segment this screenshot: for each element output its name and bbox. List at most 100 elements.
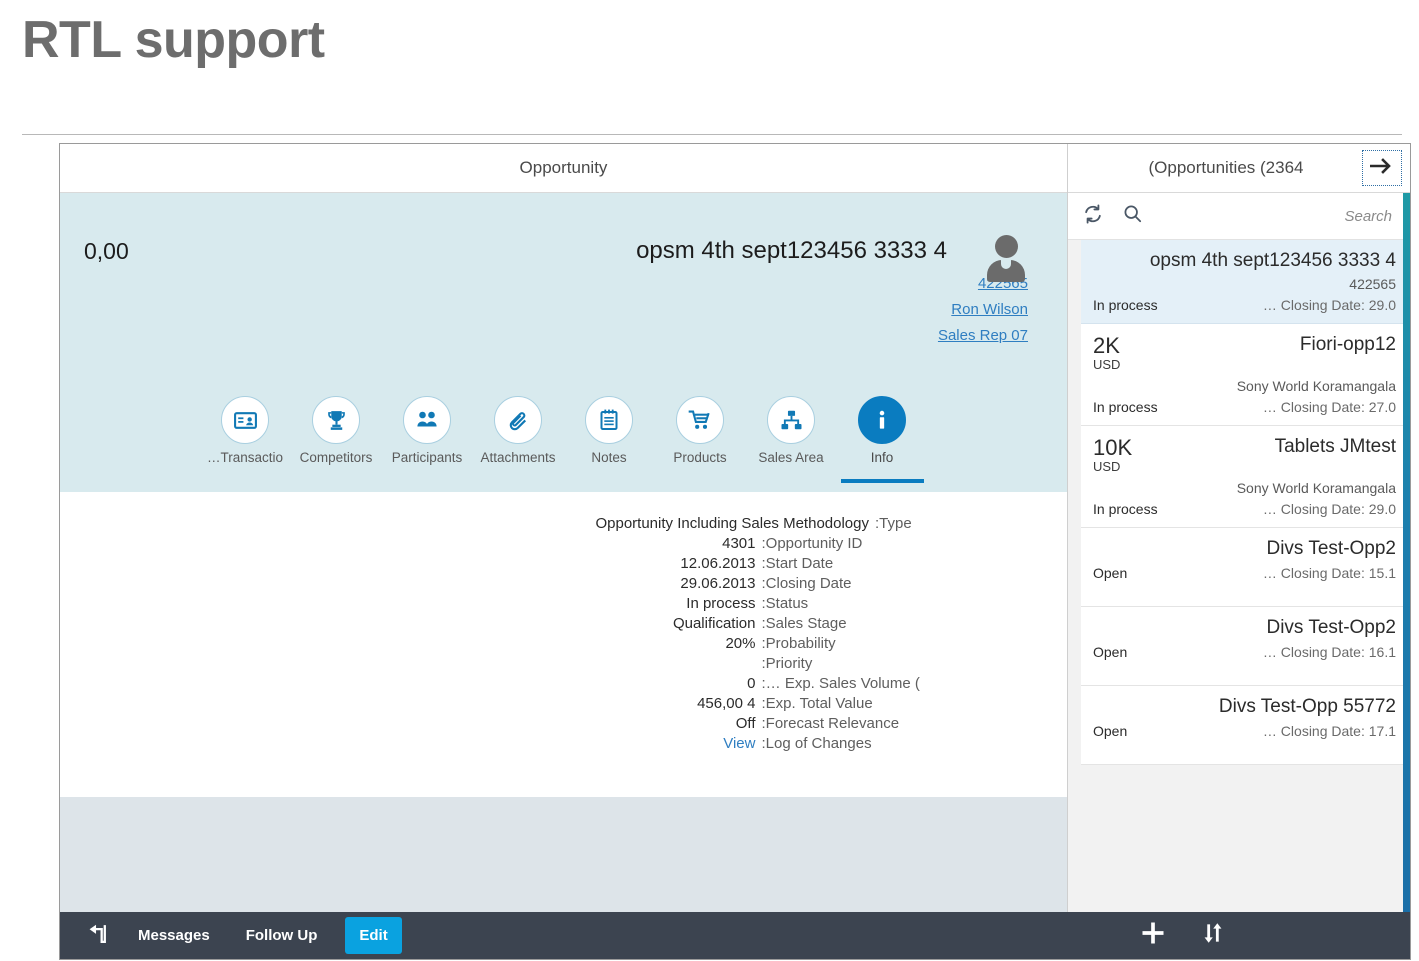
list-item-currency: USD [1093,357,1121,373]
contact-name-link[interactable]: Ron Wilson [891,301,1051,318]
detail-fields-area: Opportunity Including Sales Methodology … [60,492,1067,912]
header-amount: 0,00 [84,238,129,264]
field-row: View :Log of Changes [595,734,1039,754]
field-value: In process [686,595,756,612]
messages-button[interactable]: Messages [120,912,228,959]
field-label: :Exp. Total Value [761,695,873,712]
list-titlebar: (Opportunities (2364 [1068,144,1410,193]
sort-icon [1200,920,1226,951]
search-input[interactable] [1161,206,1394,226]
bottom-toolbar-left: Messages Follow Up Edit [60,912,402,959]
refresh-icon[interactable] [1082,203,1104,230]
tab-underline [840,479,924,483]
list-item-status: In process [1093,398,1158,415]
back-button[interactable] [74,912,120,959]
notepad-icon [585,396,633,444]
list-item-status: In process [1093,500,1158,517]
tab-products[interactable]: Products [655,396,746,465]
cart-icon [676,396,724,444]
field-label: :Forecast Relevance [761,715,900,732]
field-value: 0 [747,675,756,692]
field-row: Opportunity Including Sales Methodology … [595,514,1039,534]
back-arrow-icon [85,921,110,951]
tab-transactions[interactable]: …Transactio [200,396,291,465]
list-title: (Opportunities (2364 [1148,158,1304,177]
list-item-bottom: In process … Closing Date: 29.0 [1093,297,1396,313]
list-item[interactable]: opsm 4th sept123456 3333 4 422565 In pro… [1081,240,1410,324]
log-of-changes-link[interactable]: View [595,734,761,754]
page-title: RTL support [22,11,325,69]
edit-button[interactable]: Edit [345,917,402,954]
search-icon[interactable] [1122,203,1143,229]
field-value: 456,00 4 [697,695,756,712]
list-item[interactable]: Divs Test-Opp 55772 Open … Closing Date:… [1081,685,1410,765]
tab-label: Products [673,450,727,465]
app-window: Opportunity 0,00 opsm 4th sept123456 333… [59,143,1411,960]
list-item-status: Open [1093,722,1128,739]
list-item-amount: 10K [1093,434,1133,460]
tab-label: …Transactio [206,450,284,465]
list-item-status: Open [1093,643,1128,660]
tab-participants[interactable]: Participants [382,396,473,465]
field-row: 12.06.2013 :Start Date [595,554,1039,574]
search-bar [1068,193,1410,240]
list-item[interactable]: 2K USD Fiori-opp12 Sony World Koramangal… [1081,324,1410,426]
contact-block: 422565 Ron Wilson Sales Rep 07 [891,235,1051,353]
list-item-amount-group: 2K USD [1093,334,1120,374]
trophy-icon [312,396,360,444]
field-label: :Closing Date [761,575,852,592]
list-item-title: Divs Test-Opp2 [1266,537,1396,559]
tab-info[interactable]: Info [837,396,928,483]
arrow-right-icon [1369,157,1394,180]
field-row: 0 :… Exp. Sales Volume ( [595,674,1039,694]
list-item[interactable]: 10K USD Tablets JMtest Sony World Korama… [1081,425,1410,528]
list-item-closing-date: … Closing Date: 15.1 [1262,564,1396,581]
list-item-top: Divs Test-Opp2 [1093,538,1396,560]
list-item[interactable]: Divs Test-Opp2 Open … Closing Date: 16.1 [1081,606,1410,686]
field-row: 456,00 4 :Exp. Total Value [595,694,1039,714]
tab-label: Sales Area [758,450,824,465]
list-item-bottom: In process … Closing Date: 29.0 [1093,501,1396,517]
list-item-closing-date: … Closing Date: 29.0 [1262,500,1396,517]
forward-button[interactable] [1362,150,1402,186]
avatar [984,235,1028,282]
tab-attachments[interactable]: Attachments [473,396,564,465]
field-label: :Opportunity ID [761,535,863,552]
opportunity-list[interactable]: opsm 4th sept123456 3333 4 422565 In pro… [1068,240,1410,912]
list-item-closing-date: … Closing Date: 16.1 [1262,643,1396,660]
field-label: :Type [875,515,912,532]
facet-tab-strip: …Transactio Competitors Participants Att… [60,396,1067,492]
field-label: :Status [761,595,809,612]
list-item-status: In process [1093,297,1158,313]
contact-role-link[interactable]: Sales Rep 07 [891,327,1051,344]
list-item-amount-group: 10K USD [1093,436,1132,476]
field-value: 4301 [722,535,756,552]
follow-up-button[interactable]: Follow Up [228,912,336,959]
tab-label: Notes [591,450,627,465]
list-scrollbar[interactable] [1403,193,1410,912]
tab-label: Participants [391,450,463,465]
paperclip-icon [494,396,542,444]
field-value: Off [735,715,756,732]
tab-sales-area[interactable]: Sales Area [746,396,837,465]
list-item-title: Divs Test-Opp 55772 [1218,695,1396,717]
tab-notes[interactable]: Notes [564,396,655,465]
field-row: :Priority [595,654,1039,674]
list-item-top: Divs Test-Opp 55772 [1093,696,1396,718]
sort-button[interactable] [1190,912,1236,959]
field-row: Off :Forecast Relevance [595,714,1039,734]
add-button[interactable] [1130,912,1176,959]
detail-field-list: Opportunity Including Sales Methodology … [595,514,1039,754]
list-pane: (Opportunities (2364 Search opsm 4th sep… [1068,144,1410,912]
list-item-title: Divs Test-Opp2 [1266,616,1396,638]
list-item-closing-date: … Closing Date: 17.1 [1262,722,1396,739]
business-card-icon [221,396,269,444]
list-item[interactable]: Divs Test-Opp2 Open … Closing Date: 15.1 [1081,527,1410,607]
field-row: 29.06.2013 :Closing Date [595,574,1039,594]
tab-competitors[interactable]: Competitors [291,396,382,465]
field-value: 29.06.2013 [680,575,756,592]
tab-label: Info [870,450,894,465]
info-icon [858,396,906,444]
list-item-title: Fiori-opp12 [1299,334,1396,355]
list-item-status: Open [1093,564,1128,581]
